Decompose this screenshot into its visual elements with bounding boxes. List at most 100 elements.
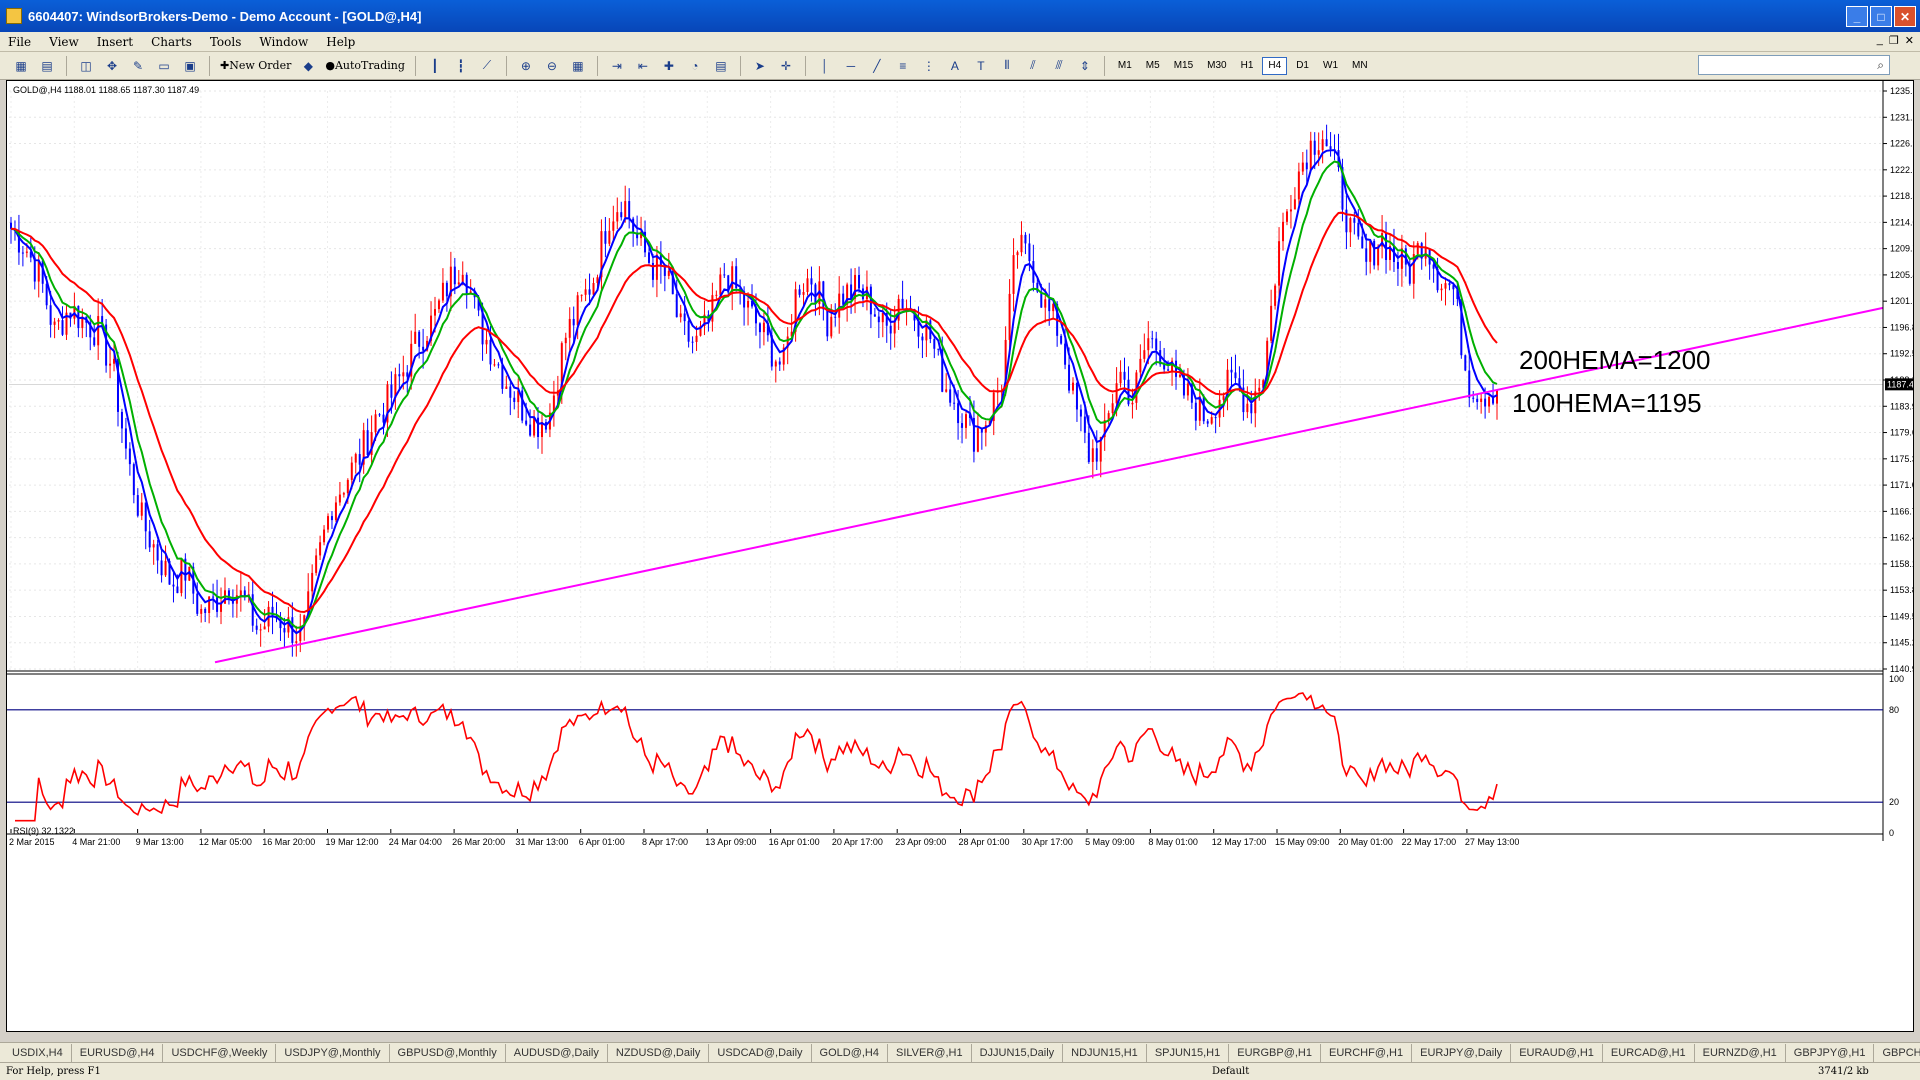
mdi-restore-icon[interactable]: ❐	[1889, 34, 1899, 47]
chart-tab[interactable]: SILVER@,H1	[888, 1043, 972, 1062]
chart-window[interactable]: 1235.50 1231.20 1226.90 1222.60 1218.30 1214.…	[6, 80, 1914, 1032]
chart-tab[interactable]: AUDUSD@,Daily	[506, 1043, 608, 1062]
text-icon[interactable]: A	[944, 55, 966, 77]
menu-tools[interactable]: Tools	[210, 35, 242, 49]
mdi-minimize-icon[interactable]: _	[1877, 34, 1883, 47]
vertical-line-icon[interactable]: │	[814, 55, 836, 77]
timeframe-m1[interactable]: M1	[1113, 57, 1137, 75]
time-tick-label: 26 Mar 20:00	[452, 837, 505, 847]
candle-body	[1155, 338, 1158, 351]
candle-body	[731, 266, 734, 293]
chart-tab[interactable]: GBPCHF	[1874, 1044, 1920, 1062]
menu-view[interactable]: View	[49, 35, 79, 49]
timeframe-h1[interactable]: H1	[1236, 57, 1259, 75]
candle-body	[338, 494, 341, 503]
candle-body	[220, 603, 223, 612]
gann-icon[interactable]: ⦀	[996, 55, 1018, 77]
chart-tab[interactable]: USDJPY@,Monthly	[276, 1043, 390, 1062]
horizontal-line-icon[interactable]: ─	[840, 55, 862, 77]
chart-tab[interactable]: USDCHF@,Weekly	[163, 1043, 277, 1062]
equidistant-channel-icon[interactable]: ≡	[892, 55, 914, 77]
search-icon[interactable]: ⌕	[1877, 58, 1884, 73]
mdi-close-icon[interactable]: ✕	[1905, 34, 1914, 47]
fib-fan-icon[interactable]: ⫽	[1022, 55, 1044, 77]
timeframe-m15[interactable]: M15	[1169, 57, 1198, 75]
chart-tab[interactable]: NDJUN15,H1	[1063, 1043, 1147, 1062]
candle-body	[1178, 374, 1181, 377]
chart-tab[interactable]: DJJUN15,Daily	[972, 1043, 1064, 1062]
new-order-button[interactable]: ✚ New Order	[218, 55, 293, 77]
chart-tab[interactable]: GBPJPY@,H1	[1786, 1043, 1875, 1062]
tester-icon[interactable]: ▣	[179, 55, 201, 77]
profiles-icon[interactable]: ▤	[36, 55, 58, 77]
search-input[interactable]	[1698, 55, 1890, 75]
menu-help[interactable]: Help	[326, 35, 355, 49]
candle-body	[1297, 171, 1300, 200]
menu-insert[interactable]: Insert	[97, 35, 133, 49]
menu-file[interactable]: File	[8, 35, 31, 49]
chart-tab[interactable]: USDCAD@,Daily	[709, 1043, 812, 1062]
timeframe-w1[interactable]: W1	[1318, 57, 1343, 75]
candlestick-icon[interactable]: ┇	[450, 55, 472, 77]
menu-window[interactable]: Window	[259, 35, 308, 49]
autotrading-button[interactable]: ● AutoTrading	[323, 55, 407, 77]
trendline-icon[interactable]: ╱	[866, 55, 888, 77]
fibonacci-icon[interactable]: ⋮	[918, 55, 940, 77]
candle-body	[1301, 162, 1304, 172]
time-tick-label: 28 Apr 01:00	[959, 837, 1010, 847]
timeframe-m30[interactable]: M30	[1202, 57, 1231, 75]
candle-body	[1377, 246, 1380, 266]
zoom-out-icon[interactable]: ⊖	[541, 55, 563, 77]
line-chart-icon[interactable]: ⟋	[476, 55, 498, 77]
chart-shift-icon[interactable]: ⇤	[632, 55, 654, 77]
data-window-icon[interactable]: ✎	[127, 55, 149, 77]
candle-body	[156, 544, 159, 561]
chart-tab[interactable]: EURUSD@,H4	[72, 1043, 164, 1062]
timeframe-m5[interactable]: M5	[1141, 57, 1165, 75]
text-label-icon[interactable]: T	[970, 55, 992, 77]
maximize-button[interactable]: □	[1870, 6, 1892, 27]
market-watch-icon[interactable]: ◫	[75, 55, 97, 77]
indicators-icon[interactable]: ✚	[658, 55, 680, 77]
meta-editor-icon[interactable]: ◆	[297, 55, 319, 77]
candle-body	[263, 626, 266, 630]
cursor-icon[interactable]: ➤	[749, 55, 771, 77]
menu-charts[interactable]: Charts	[151, 35, 192, 49]
crosshair-icon[interactable]: ✛	[775, 55, 797, 77]
timeframe-d1[interactable]: D1	[1291, 57, 1314, 75]
candle-body	[1194, 402, 1197, 421]
timeframe-h4[interactable]: H4	[1262, 56, 1288, 75]
timeframe-mn[interactable]: MN	[1347, 57, 1373, 75]
chart-tab[interactable]: NZDUSD@,Daily	[608, 1043, 710, 1062]
chart-tab[interactable]: GOLD@,H4	[812, 1043, 888, 1062]
tile-windows-icon[interactable]: ▦	[567, 55, 589, 77]
chart-tab[interactable]: GBPUSD@,Monthly	[390, 1043, 506, 1062]
candle-body	[330, 516, 333, 521]
arrows-icon[interactable]: ⇕	[1074, 55, 1096, 77]
chart-tab[interactable]: SPJUN15,H1	[1147, 1043, 1230, 1062]
zoom-in-icon[interactable]: ⊕	[515, 55, 537, 77]
chart-tab[interactable]: EURJPY@,Daily	[1412, 1043, 1512, 1062]
navigator-icon[interactable]: ✥	[101, 55, 123, 77]
chart-tab[interactable]: EURCHF@,H1	[1321, 1043, 1413, 1062]
candle-body	[1060, 335, 1063, 344]
candle-body	[212, 596, 215, 598]
templates-icon[interactable]: ▤	[710, 55, 732, 77]
terminal-icon[interactable]: ▭	[153, 55, 175, 77]
autoscroll-icon[interactable]: ⇥	[606, 55, 628, 77]
candle-body	[830, 316, 833, 337]
chart-tab[interactable]: EURAUD@,H1	[1511, 1043, 1603, 1062]
new-chart-icon[interactable]: ▦	[10, 55, 32, 77]
periods-icon[interactable]: ◔	[684, 55, 706, 77]
candle-body	[21, 252, 24, 254]
chart-tab[interactable]: EURGBP@,H1	[1229, 1043, 1321, 1062]
bar-chart-icon[interactable]: ┃	[424, 55, 446, 77]
minimize-button[interactable]: _	[1846, 6, 1868, 27]
candle-body	[1464, 355, 1467, 371]
chart-tab[interactable]: USDIX,H4	[4, 1043, 72, 1062]
chart-tab[interactable]: EURNZD@,H1	[1695, 1043, 1786, 1062]
fib-expansion-icon[interactable]: ⫻	[1048, 55, 1070, 77]
close-button[interactable]: ✕	[1894, 6, 1916, 27]
chart-tab[interactable]: EURCAD@,H1	[1603, 1043, 1695, 1062]
chart-canvas[interactable]: 1235.50 1231.20 1226.90 1222.60 1218.30 1214.…	[7, 81, 1913, 1031]
